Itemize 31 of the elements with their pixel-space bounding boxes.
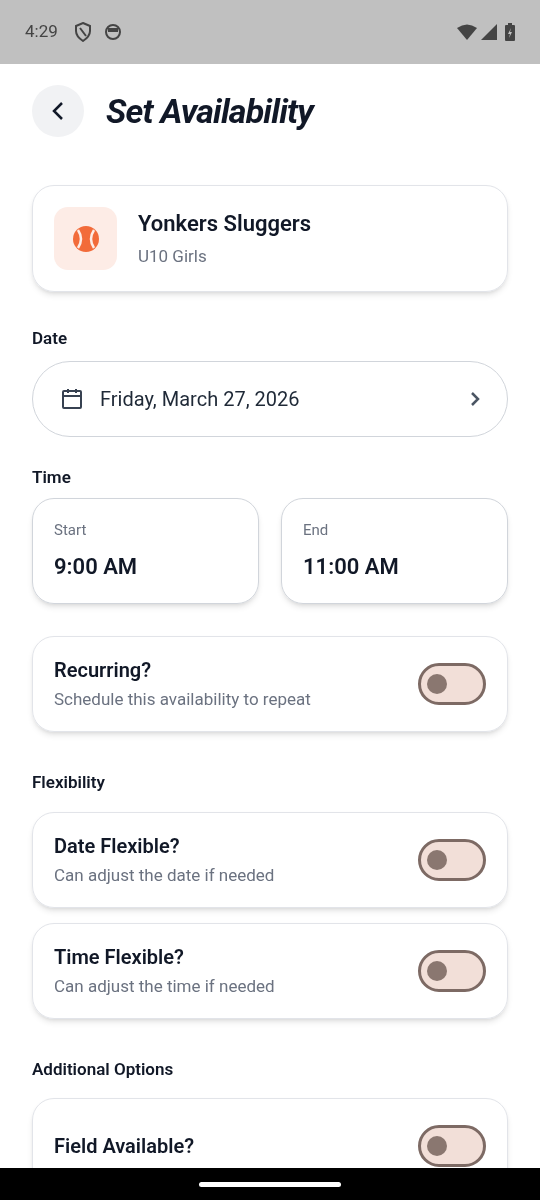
team-division: U10 Girls — [138, 245, 208, 269]
battery-icon — [505, 23, 515, 41]
chevron-right-icon — [470, 390, 480, 407]
signal-icon — [481, 24, 497, 40]
section-label: Date — [32, 327, 69, 350]
shield-icon — [73, 22, 92, 42]
time-picker[interactable]: Start 9:00 AM — [32, 498, 259, 604]
section-label: Flexibility — [32, 771, 106, 794]
team-name: Yonkers Sluggers — [138, 210, 311, 239]
toggle-switch[interactable] — [418, 1125, 486, 1167]
baseball-icon — [71, 224, 100, 253]
toggle-switch[interactable] — [418, 838, 486, 881]
toggle-switch[interactable] — [418, 663, 486, 705]
home-indicator[interactable] — [199, 1181, 341, 1187]
option-title: Date Flexible? — [54, 832, 181, 860]
back-button[interactable] — [32, 85, 84, 137]
calendar-icon — [60, 386, 84, 411]
time-picker[interactable]: End 11:00 AM — [281, 498, 508, 604]
option-description: Schedule this availability to repeat — [54, 688, 312, 712]
option-title: Time Flexible? — [54, 943, 185, 971]
page-title: Set Availability — [106, 89, 314, 133]
option-title: Recurring? — [54, 657, 153, 685]
toggle-switch[interactable] — [418, 949, 486, 992]
option-description: Can adjust the date if needed — [54, 863, 276, 887]
wifi-icon — [457, 24, 477, 40]
option-title: Field Available? — [54, 1133, 196, 1160]
option-description: Can adjust the time if needed — [54, 974, 276, 998]
section-label: Additional Options — [32, 1057, 175, 1081]
status-time: 4:29 — [25, 20, 58, 44]
section-label: Time — [32, 465, 72, 489]
back-icon — [52, 101, 64, 121]
